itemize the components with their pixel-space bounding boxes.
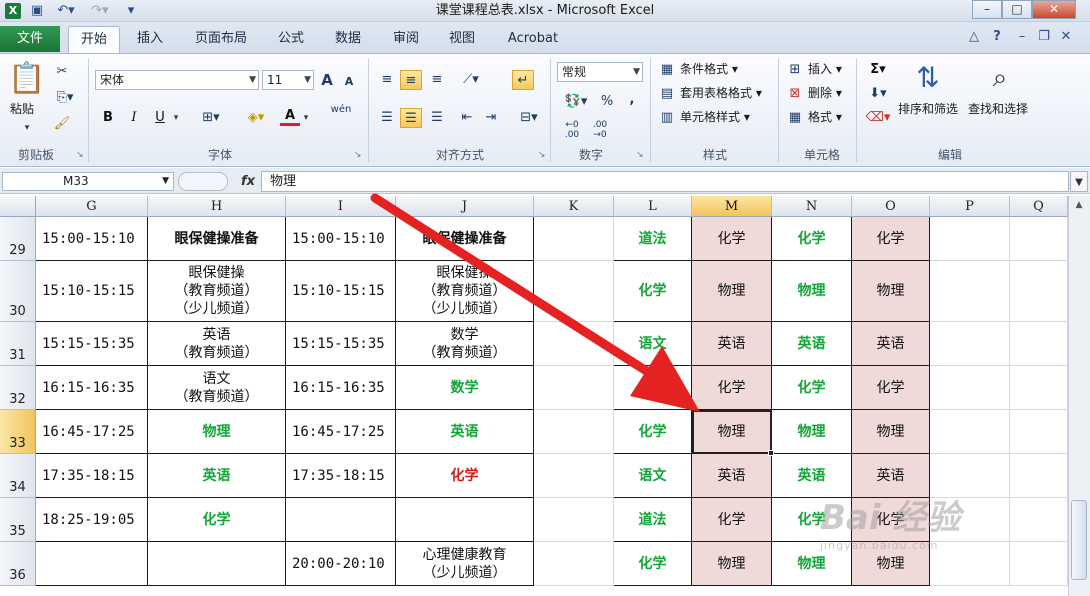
watermark-url: jingyan.baidu.com xyxy=(820,539,939,552)
watermark-text: Bai 经验 xyxy=(820,498,961,538)
watermark: Bai 经验 jingyan.baidu.com xyxy=(820,490,1040,580)
